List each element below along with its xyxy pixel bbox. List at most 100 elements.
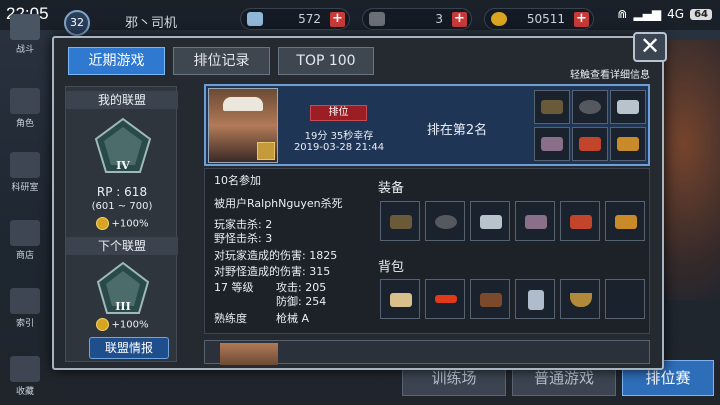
killed-by: 被用户RalphNguyen杀死 (214, 197, 343, 210)
monster-damage: 对野怪造成的伤害: 315 (214, 265, 331, 278)
tap-hint: 轻触查看详细信息 (570, 70, 650, 81)
league-bonus: +100% (66, 217, 178, 230)
equip-slot-armor[interactable] (470, 201, 510, 241)
gauntlet-icon (525, 215, 547, 229)
canister-icon (528, 290, 544, 310)
card-slot-rifle[interactable] (534, 90, 570, 124)
character-portrait (208, 88, 278, 163)
rifle-icon (390, 215, 412, 229)
helmet-icon (435, 215, 457, 229)
next-league-bonus: +100% (66, 318, 178, 331)
final-rank: 排在第2名 (426, 123, 488, 138)
proficiency-label: 熟练度 (214, 312, 247, 325)
bag-slot-4[interactable] (515, 279, 555, 319)
participants: 10名参加 (214, 174, 261, 187)
nav-battle-label: 战斗 (15, 45, 34, 55)
nav-index-label: 索引 (15, 319, 34, 329)
card-slot-boots[interactable] (572, 127, 608, 161)
tab-recent-games[interactable]: 近期游戏 (68, 47, 165, 75)
resource-bar: 572 + 3 + 50511 + (60, 8, 680, 32)
bag-slot-3[interactable] (470, 279, 510, 319)
character-portrait-next (220, 343, 278, 365)
crystal-value: 572 (298, 12, 321, 26)
card-slot-helmet[interactable] (572, 90, 608, 124)
bag-slot-1[interactable] (380, 279, 420, 319)
resource-gold: 50511 + (484, 8, 594, 30)
bag-slot-2[interactable] (425, 279, 465, 319)
league-tier: IV (116, 159, 130, 172)
nav-collection-label: 收藏 (15, 387, 34, 397)
coin-icon (95, 217, 109, 230)
weapon-badge-icon (257, 142, 275, 160)
nav-index[interactable]: 索引 (2, 288, 48, 329)
player-damage: 对玩家造成的伤害: 1825 (214, 249, 338, 262)
nav-character-label: 角色 (15, 119, 34, 129)
bag-slot-5[interactable] (560, 279, 600, 319)
next-league-title: 下个联盟 (66, 237, 178, 255)
books-icon (10, 288, 40, 314)
add-ore-button[interactable]: + (452, 12, 467, 27)
accessory-icon (617, 137, 639, 151)
next-league-bonus-value: +100% (111, 319, 149, 331)
book-icon (10, 356, 40, 382)
helmet-icon (579, 100, 601, 114)
add-gold-button[interactable]: + (574, 12, 589, 27)
monster-kills: 野怪击杀: 3 (214, 232, 273, 245)
resource-ore: 3 + (362, 8, 472, 30)
rifle-icon (541, 100, 563, 114)
league-info-button[interactable]: 联盟情报 (89, 337, 169, 359)
tab-top-100[interactable]: TOP 100 (278, 47, 374, 75)
equip-slot-gauntlet[interactable] (515, 201, 555, 241)
equipment-label: 装备 (378, 181, 405, 196)
gold-coin-icon (491, 12, 507, 26)
tab-ranked-records[interactable]: 排位记录 (173, 47, 270, 75)
crossbow-icon (480, 293, 502, 307)
nav-shop-label: 商店 (15, 251, 34, 261)
bag-slot-6-empty[interactable] (605, 279, 645, 319)
coin-icon (95, 318, 109, 331)
equip-slot-accessory[interactable] (605, 201, 645, 241)
next-league-emblem-icon: III (96, 261, 150, 314)
survival-time: 19分 35秒幸存 (304, 131, 374, 142)
character-icon (10, 88, 40, 114)
league-bonus-value: +100% (111, 218, 149, 230)
my-league-title: 我的联盟 (66, 91, 178, 109)
bowl-icon (570, 293, 592, 307)
equip-slot-helmet[interactable] (425, 201, 465, 241)
nav-battle[interactable]: 战斗 (2, 14, 48, 55)
next-league-tier: III (115, 300, 130, 313)
ranked-badge: 排位 (310, 105, 367, 121)
bullet-icon (435, 295, 457, 303)
card-slot-accessory[interactable] (610, 127, 646, 161)
nav-lab-label: 科研室 (11, 183, 39, 193)
nav-lab[interactable]: 科研室 (2, 152, 48, 193)
sword-icon (10, 14, 40, 40)
flask-icon (10, 152, 40, 178)
card-slot-armor[interactable] (610, 90, 646, 124)
card-slot-gauntlet[interactable] (534, 127, 570, 161)
cap-icon (223, 97, 263, 111)
close-button[interactable]: ✕ (633, 32, 667, 62)
defense-stat: 防御: 254 (276, 295, 327, 308)
character-level: 17 等级 (214, 281, 254, 294)
equip-slot-rifle[interactable] (380, 201, 420, 241)
nav-shop[interactable]: 商店 (2, 220, 48, 261)
boots-icon (579, 137, 601, 151)
add-crystal-button[interactable]: + (330, 12, 345, 27)
cart-icon (10, 220, 40, 246)
armor-icon (617, 100, 639, 114)
bread-icon (390, 293, 412, 307)
backpack-label: 背包 (378, 260, 405, 275)
match-datetime: 2019-03-28 21:44 (293, 142, 385, 153)
equip-slot-boots[interactable] (560, 201, 600, 241)
nav-character[interactable]: 角色 (2, 88, 48, 129)
ore-icon (369, 12, 385, 26)
crystal-icon (247, 12, 263, 26)
ore-value: 3 (435, 12, 443, 26)
rp-range: (601 ~ 700) (91, 201, 153, 212)
nav-collection[interactable]: 收藏 (2, 356, 48, 397)
accessory-icon (615, 215, 637, 229)
gauntlet-icon (541, 137, 563, 151)
league-emblem-icon: IV (94, 117, 152, 173)
resource-crystal: 572 + (240, 8, 350, 30)
